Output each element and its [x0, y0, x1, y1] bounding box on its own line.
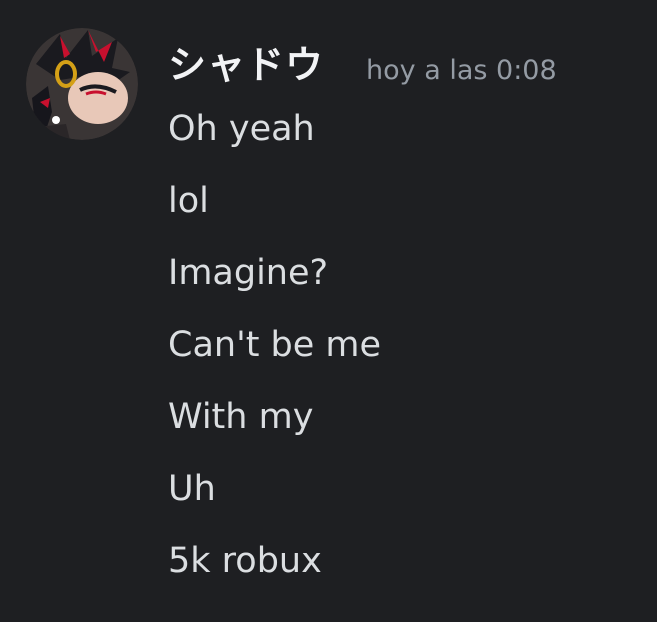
avatar-image-icon [26, 28, 138, 140]
user-avatar[interactable] [26, 28, 138, 140]
message-text: lol [168, 181, 209, 221]
message-text: Can't be me [168, 325, 382, 365]
message-text: With my [168, 397, 314, 437]
username[interactable]: シャドウ [168, 40, 324, 90]
message-text: 5k robux [168, 541, 322, 581]
message-group: シャドウ hoy a las 0:08 Oh yeah lol Imagine?… [0, 0, 657, 622]
message-text: Uh [168, 469, 216, 509]
message-text: Imagine? [168, 253, 329, 293]
message-text: Oh yeah [168, 109, 315, 149]
message-list: Oh yeah lol Imagine? Can't be me With my… [168, 104, 648, 608]
message-timestamp[interactable]: hoy a las 0:08 [366, 54, 557, 88]
